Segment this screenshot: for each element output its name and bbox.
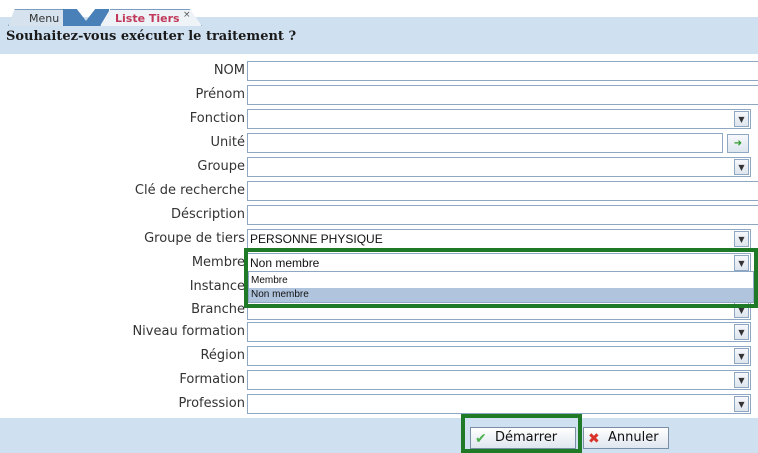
unite-input[interactable] <box>247 133 723 153</box>
field-label: Unité <box>210 135 245 150</box>
demarrer-label: Démarrer <box>495 430 558 445</box>
groupe-tiers-select[interactable]: PERSONNE PHYSIQUE ▼ <box>247 229 751 249</box>
row-fonction: Fonction ▼ <box>0 108 758 132</box>
membre-select[interactable]: Non membre ▼ <box>247 253 751 273</box>
row-groupe-tiers: Groupe de tiers PERSONNE PHYSIQUE ▼ <box>0 228 758 252</box>
profession-select[interactable]: ▼ <box>247 394 751 414</box>
niveau-formation-select[interactable]: ▼ <box>247 322 751 342</box>
chevron-down-icon[interactable]: ▼ <box>734 111 749 127</box>
field-label: Clé de recherche <box>134 183 245 198</box>
chevron-down-icon[interactable]: ▼ <box>734 159 749 175</box>
field-label: Instance <box>189 279 245 294</box>
nom-input[interactable] <box>247 61 758 81</box>
row-prenom: Prénom <box>0 84 758 108</box>
row-profession: Profession ▼ <box>0 393 758 417</box>
prenom-input[interactable] <box>247 85 758 105</box>
field-label: Membre <box>191 255 245 270</box>
row-nom: NOM <box>0 60 758 84</box>
footer-bar: ✔ Démarrer ✖ Annuler <box>0 418 758 453</box>
membre-dropdown-list: Membre Non membre <box>248 271 754 303</box>
row-unite: Unité ➜ <box>0 132 758 156</box>
question-text: Souhaitez-vous exécuter le traitement ? <box>6 29 297 44</box>
field-label: Branche <box>191 302 245 317</box>
row-groupe: Groupe ▼ <box>0 156 758 180</box>
field-label: Niveau formation <box>132 324 245 339</box>
membre-option-selected[interactable]: Non membre <box>249 288 753 302</box>
row-description: Déscription <box>0 204 758 228</box>
row-region: Région ▼ <box>0 345 758 369</box>
description-input[interactable] <box>247 205 758 225</box>
region-select[interactable]: ▼ <box>247 346 751 366</box>
field-label: Déscription <box>170 207 245 222</box>
chevron-down-icon[interactable]: ▼ <box>734 302 749 318</box>
annuler-label: Annuler <box>608 430 659 445</box>
close-icon[interactable]: × <box>183 10 191 20</box>
field-label: Prénom <box>195 87 245 102</box>
row-cle-recherche: Clé de recherche <box>0 180 758 204</box>
field-label: Groupe de tiers <box>144 231 245 246</box>
x-icon: ✖ <box>588 431 600 447</box>
membre-option[interactable]: Membre <box>249 274 753 288</box>
tab-menu-label: Menu <box>29 12 60 25</box>
annuler-button[interactable]: ✖ Annuler <box>583 427 669 449</box>
chevron-down-icon[interactable]: ▼ <box>734 396 749 412</box>
field-label: Région <box>200 348 245 363</box>
chevron-down-icon[interactable]: ▼ <box>734 231 749 247</box>
chevron-down-icon[interactable]: ▼ <box>734 348 749 364</box>
field-label: NOM <box>213 63 245 78</box>
question-bar: Souhaitez-vous exécuter le traitement ? <box>0 26 758 54</box>
field-label: Formation <box>179 372 245 387</box>
row-niveau-formation: Niveau formation ▼ <box>0 321 758 345</box>
check-icon: ✔ <box>475 431 487 447</box>
tab-bar: Menu Liste Tiers × <box>0 0 758 26</box>
demarrer-button[interactable]: ✔ Démarrer <box>470 427 576 449</box>
arrow-right-icon[interactable]: ➜ <box>727 134 749 153</box>
tab-menu[interactable]: Menu <box>8 9 64 26</box>
tab-liste-tiers-label: Liste Tiers <box>115 12 180 25</box>
groupe-select[interactable]: ▼ <box>247 157 751 177</box>
field-label: Fonction <box>189 111 245 126</box>
chevron-down-icon[interactable]: ▼ <box>734 324 749 340</box>
field-label: Profession <box>178 396 245 411</box>
chevron-down-icon[interactable]: ▼ <box>734 255 749 271</box>
fonction-select[interactable]: ▼ <box>247 109 751 129</box>
formation-select[interactable]: ▼ <box>247 370 751 390</box>
branche-select[interactable]: ▼ <box>247 300 751 320</box>
chevron-down-icon[interactable]: ▼ <box>734 372 749 388</box>
row-formation: Formation ▼ <box>0 369 758 393</box>
cle-recherche-input[interactable] <box>247 181 758 201</box>
field-label: Groupe <box>197 159 245 174</box>
